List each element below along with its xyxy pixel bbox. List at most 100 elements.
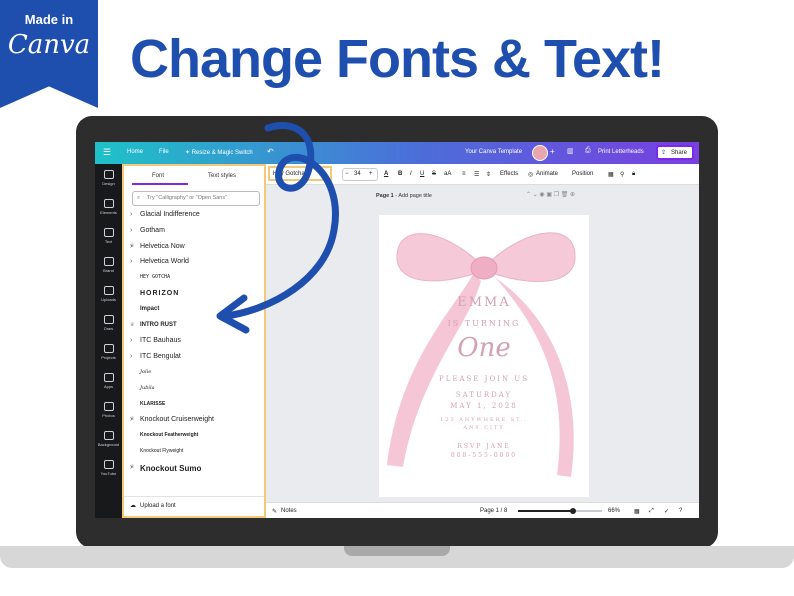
font-list-item[interactable]: › ITC Bauhaus xyxy=(130,336,260,348)
font-list-item[interactable]: › Knockout Cruiserweight ♛ xyxy=(130,415,260,427)
chevron-down-icon[interactable]: ⌄ xyxy=(533,192,538,198)
help-icon[interactable]: ? xyxy=(679,508,682,514)
font-family-dropdown[interactable]: Hey Gotcha! ⌄ xyxy=(268,166,332,181)
rail-item[interactable]: Uploads xyxy=(95,286,122,302)
chevron-right-icon[interactable]: › xyxy=(130,227,132,234)
zoom-slider-handle[interactable] xyxy=(570,508,577,514)
effects-button[interactable]: Effects xyxy=(500,171,518,177)
font-list-item[interactable]: › Gotham xyxy=(130,226,260,238)
font-list-item[interactable]: INTRO RUST ♛ xyxy=(130,321,260,333)
invite-rsvp[interactable]: RSVP JANE xyxy=(379,443,589,450)
duplicate-icon[interactable]: ❐ xyxy=(554,192,559,198)
strikethrough-icon[interactable]: S xyxy=(432,171,436,177)
invite-join[interactable]: PLEASE JOIN US xyxy=(379,375,589,383)
rail-item[interactable]: Text xyxy=(95,228,122,244)
font-list-item[interactable]: HEY GOTCHA xyxy=(130,273,260,285)
grid-view-icon[interactable]: ▦ xyxy=(634,508,640,515)
rail-item[interactable]: Elements xyxy=(95,199,122,215)
font-list-item[interactable]: › ITC Bengulat xyxy=(130,352,260,364)
upload-font-button[interactable]: ☁ Upload a font xyxy=(124,496,264,517)
invite-date[interactable]: MAY 1, 2028 xyxy=(379,402,589,410)
chevron-right-icon[interactable]: › xyxy=(130,416,132,423)
chevron-right-icon[interactable]: › xyxy=(130,258,132,265)
chevron-right-icon[interactable]: › xyxy=(130,353,132,360)
rail-item[interactable]: Photos xyxy=(95,402,122,418)
add-page-icon[interactable]: ⊕ xyxy=(570,192,575,198)
tab-font[interactable]: Font xyxy=(152,173,164,179)
invite-city[interactable]: ANY CITY xyxy=(379,425,589,431)
list-icon[interactable]: ☰ xyxy=(474,171,479,178)
bold-icon[interactable]: B xyxy=(398,171,402,177)
page-title-input[interactable]: Add page title xyxy=(398,193,432,199)
font-list-item[interactable]: Jubila xyxy=(130,384,260,396)
zoom-slider[interactable] xyxy=(518,508,602,514)
lock-icon[interactable]: ▣ xyxy=(546,192,552,198)
font-list-item[interactable]: › Glacial Indifference xyxy=(130,210,260,222)
font-list-item[interactable]: › Helvetica World xyxy=(130,257,260,269)
template-name[interactable]: Your Canva Template xyxy=(465,149,522,155)
share-button[interactable]: ⇪ Share xyxy=(656,145,694,160)
rail-item[interactable]: Background xyxy=(95,431,122,447)
font-search-input[interactable]: ⌕ Try "Calligraphy" or "Open Sans" xyxy=(132,191,260,206)
transparency-icon[interactable]: ▦ xyxy=(608,171,614,178)
delete-icon[interactable]: 🗑︎ xyxy=(561,192,569,198)
tab-text-styles[interactable]: Text styles xyxy=(208,173,236,179)
font-list-item[interactable]: KLARISSE xyxy=(130,400,260,412)
position-button[interactable]: Position xyxy=(572,171,593,177)
lock-icon[interactable]: 🔒︎ xyxy=(632,171,635,178)
chevron-right-icon[interactable]: › xyxy=(130,243,132,250)
invite-name[interactable]: EMMA xyxy=(379,295,589,310)
invite-age[interactable]: One xyxy=(379,333,589,363)
font-list-item[interactable]: › Helvetica Now ♛ xyxy=(130,242,260,254)
rail-item[interactable]: Draw xyxy=(95,315,122,331)
underline-icon[interactable]: U xyxy=(420,171,424,177)
notes-button[interactable]: Notes xyxy=(281,508,297,514)
page-count[interactable]: Page 1 / 8 xyxy=(480,508,507,514)
decrease-size-icon[interactable]: − xyxy=(345,171,349,177)
invite-turning[interactable]: IS TURNING xyxy=(379,319,589,328)
chevron-right-icon[interactable]: › xyxy=(130,211,132,218)
invite-phone[interactable]: 808-555-0000 xyxy=(379,452,589,459)
rail-item[interactable]: Design xyxy=(95,170,122,186)
home-menu[interactable]: Home xyxy=(127,149,143,155)
font-list-item[interactable]: HORIZON xyxy=(130,289,260,301)
invite-address[interactable]: 123 ANYWHERE ST., xyxy=(379,417,589,423)
zoom-level[interactable]: 66% xyxy=(608,508,620,514)
case-icon[interactable]: aA xyxy=(444,171,451,177)
font-list-item[interactable]: Jolie xyxy=(130,368,260,380)
chevron-right-icon[interactable]: › xyxy=(130,464,132,471)
check-icon[interactable]: ✓ xyxy=(664,508,669,515)
spacing-icon[interactable]: ⇕ xyxy=(486,171,491,178)
text-color-icon[interactable]: A xyxy=(384,171,388,177)
rail-item-icon xyxy=(103,228,114,237)
menu-icon[interactable]: ☰ xyxy=(103,147,111,158)
fullscreen-icon[interactable]: ⤢ xyxy=(649,508,654,515)
italic-icon[interactable]: I xyxy=(410,171,412,177)
file-menu[interactable]: File xyxy=(159,149,169,155)
hide-icon[interactable]: ◉ xyxy=(539,192,544,198)
add-collaborator-icon[interactable]: + xyxy=(550,147,555,156)
undo-icon[interactable]: ↶ xyxy=(267,147,274,156)
animate-button[interactable]: Animate xyxy=(536,171,558,177)
paint-format-icon[interactable]: ⚲ xyxy=(620,171,624,178)
align-icon[interactable]: ≡ xyxy=(462,171,466,177)
chevron-right-icon[interactable]: › xyxy=(130,337,132,344)
font-list-item[interactable]: Knockout Featherweight xyxy=(130,431,260,443)
print-button[interactable]: Print Letterheads xyxy=(598,149,644,155)
chevron-up-icon[interactable]: ⌃ xyxy=(526,192,531,198)
rail-item[interactable]: Brand xyxy=(95,257,122,273)
resize-menu[interactable]: ✦ Resize & Magic Switch xyxy=(185,149,253,156)
rail-item[interactable]: Apps xyxy=(95,373,122,389)
avatar[interactable] xyxy=(532,145,548,161)
increase-size-icon[interactable]: + xyxy=(369,171,373,177)
invite-day[interactable]: SATURDAY xyxy=(379,391,589,399)
font-list-item[interactable]: Knockout Flyweight xyxy=(130,447,260,459)
font-size-stepper[interactable]: − 34 + xyxy=(342,168,378,181)
rail-item[interactable]: Projects xyxy=(95,344,122,360)
font-list-item[interactable]: Impact xyxy=(130,305,260,317)
font-list-item[interactable]: › Knockout Sumo ♛ xyxy=(130,463,260,475)
invitation-page[interactable]: EMMA IS TURNING One PLEASE JOIN US SATUR… xyxy=(379,215,589,497)
analytics-icon[interactable]: ▥ xyxy=(567,147,574,155)
rail-item[interactable]: YouTube xyxy=(95,460,122,476)
font-size-value[interactable]: 34 xyxy=(354,171,361,177)
